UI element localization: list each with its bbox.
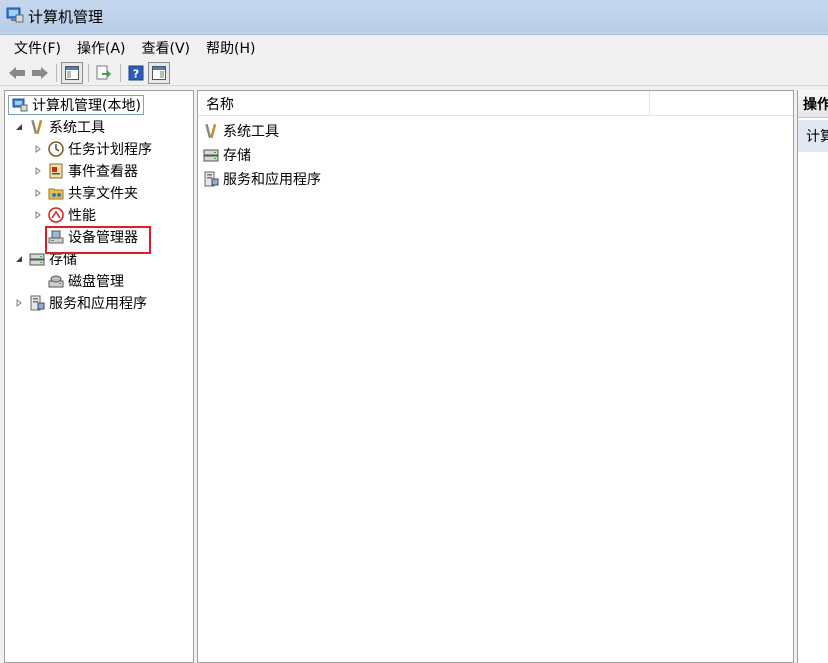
services-apps-icon	[202, 170, 220, 188]
action-pane: 操作 计算	[797, 90, 828, 663]
tree-label: 共享文件夹	[68, 186, 138, 202]
tree-label: 服务和应用程序	[49, 296, 147, 312]
forward-button[interactable]	[29, 62, 51, 84]
event-viewer-icon	[47, 162, 65, 180]
title-bar: 计算机管理	[0, 0, 828, 33]
list-item-system-tools[interactable]: 系统工具	[202, 120, 279, 142]
list-item-label: 存储	[223, 148, 251, 164]
expand-arrow-icon[interactable]	[32, 187, 44, 199]
storage-icon	[202, 146, 220, 164]
menu-help[interactable]: 帮助(H)	[198, 38, 263, 58]
tree-item-system-tools[interactable]: 系统工具	[13, 116, 105, 138]
tree-item-performance[interactable]: 性能	[32, 204, 96, 226]
tree-label: 磁盘管理	[68, 274, 124, 290]
arrow-right-icon	[32, 66, 48, 79]
tree-item-shared-folders[interactable]: 共享文件夹	[32, 182, 138, 204]
back-button[interactable]	[6, 62, 28, 84]
system-tools-icon	[202, 122, 220, 140]
console-tree-icon	[65, 65, 79, 80]
collapse-arrow-icon[interactable]	[13, 121, 25, 133]
console-tree[interactable]: 计算机管理(本地) 系统工具 任务计划程序 事件查看器 共享文件夹 性能 设备管…	[4, 90, 194, 663]
column-empty[interactable]	[650, 91, 793, 115]
menu-bar: 文件(F) 操作(A) 查看(V) 帮助(H)	[0, 34, 828, 60]
show-tree-button[interactable]	[61, 61, 83, 84]
svg-text:?: ?	[133, 67, 139, 80]
list-item-label: 服务和应用程序	[223, 172, 321, 188]
tree-item-disk-management[interactable]: 磁盘管理	[47, 270, 124, 292]
action-pane-header: 操作	[798, 90, 828, 118]
clock-icon	[47, 140, 65, 158]
computer-management-icon	[6, 6, 24, 28]
system-tools-icon	[28, 118, 46, 136]
column-name[interactable]: 名称	[198, 91, 650, 116]
main-content: 计算机管理(本地) 系统工具 任务计划程序 事件查看器 共享文件夹 性能 设备管…	[0, 86, 828, 663]
collapse-arrow-icon[interactable]	[13, 253, 25, 265]
column-header: 名称	[198, 91, 793, 116]
tree-label: 系统工具	[49, 120, 105, 136]
tree-label: 性能	[68, 208, 96, 224]
menu-view[interactable]: 查看(V)	[134, 38, 199, 58]
action-pane-icon	[152, 65, 166, 80]
expand-arrow-icon[interactable]	[32, 143, 44, 155]
help-button[interactable]: ?	[125, 62, 147, 84]
arrow-left-icon	[9, 66, 25, 79]
show-action-pane-button[interactable]	[148, 61, 170, 84]
tree-item-event-viewer[interactable]: 事件查看器	[32, 160, 138, 182]
disk-management-icon	[47, 272, 65, 290]
shared-folder-icon	[47, 184, 65, 202]
window-title: 计算机管理	[28, 8, 104, 26]
expand-arrow-icon[interactable]	[32, 209, 44, 221]
menu-action[interactable]: 操作(A)	[69, 38, 134, 58]
details-list[interactable]: 名称 系统工具 存储 服务和应用程序	[197, 90, 794, 663]
export-icon	[96, 65, 111, 79]
tree-root-selected[interactable]: 计算机管理(本地)	[8, 95, 144, 115]
menu-file[interactable]: 文件(F)	[6, 38, 69, 58]
tree-item-task-scheduler[interactable]: 任务计划程序	[32, 138, 152, 160]
expand-arrow-icon[interactable]	[32, 165, 44, 177]
toolbar-separator	[120, 63, 121, 82]
toolbar-separator	[88, 63, 89, 82]
storage-icon	[28, 250, 46, 268]
export-list-button[interactable]	[93, 62, 115, 84]
services-apps-icon	[28, 294, 46, 312]
tree-item-services-apps[interactable]: 服务和应用程序	[13, 292, 147, 314]
toolbar: ?	[0, 60, 828, 86]
action-pane-item[interactable]: 计算	[798, 120, 828, 152]
list-item-label: 系统工具	[223, 124, 279, 140]
tree-label: 事件查看器	[68, 164, 138, 180]
highlight-box	[45, 226, 151, 254]
performance-icon	[47, 206, 65, 224]
toolbar-separator	[56, 63, 57, 82]
list-item-services-apps[interactable]: 服务和应用程序	[202, 168, 321, 190]
computer-management-icon	[11, 96, 29, 114]
tree-label: 任务计划程序	[68, 142, 152, 158]
expand-arrow-icon[interactable]	[13, 297, 25, 309]
tree-label: 计算机管理(本地)	[32, 98, 141, 114]
list-item-storage[interactable]: 存储	[202, 144, 251, 166]
help-icon: ?	[128, 65, 144, 80]
tree-item-root[interactable]: 计算机管理(本地)	[8, 94, 144, 116]
